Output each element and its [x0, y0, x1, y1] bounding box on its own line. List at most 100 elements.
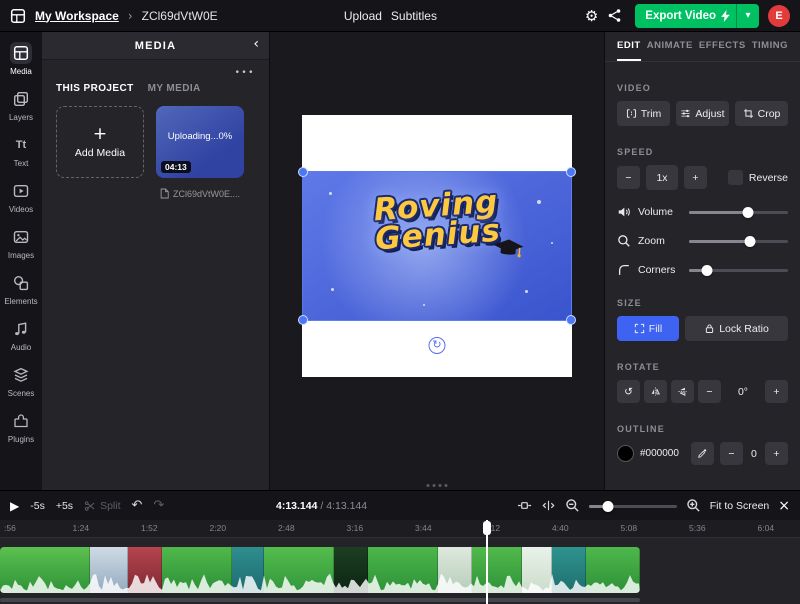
reverse-checkbox[interactable]: [728, 170, 743, 185]
filmstrip-frame[interactable]: [232, 547, 264, 593]
playhead[interactable]: [486, 520, 488, 604]
canvas-scroll-dots[interactable]: [427, 484, 448, 487]
filmstrip-frame[interactable]: [162, 547, 232, 593]
slider-thumb[interactable]: [701, 265, 712, 276]
split-button[interactable]: Split: [84, 500, 120, 512]
canvas-area[interactable]: Roving Genius ↻: [270, 32, 604, 490]
speed-increase-button[interactable]: +: [684, 166, 707, 189]
sidebar-item-label: Media: [10, 67, 32, 76]
crop-button[interactable]: Crop: [735, 101, 788, 126]
expand-clips-icon[interactable]: [541, 498, 556, 513]
breadcrumb-project-name[interactable]: ZCl69dVtW0E: [142, 9, 218, 23]
selection-handle-top-left[interactable]: [298, 167, 308, 177]
selected-video-layer[interactable]: Roving Genius: [302, 171, 572, 321]
adjust-button[interactable]: Adjust: [676, 101, 729, 126]
zoom-slider[interactable]: [689, 234, 788, 248]
rotate-90-button[interactable]: ↺: [617, 380, 640, 403]
filmstrip-frame[interactable]: [90, 547, 128, 593]
filmstrip-frame[interactable]: [522, 547, 552, 593]
media-more-button[interactable]: •••: [42, 60, 269, 78]
selection-handle-bottom-left[interactable]: [298, 315, 308, 325]
selection-handle-top-right[interactable]: [566, 167, 576, 177]
volume-slider[interactable]: [689, 205, 788, 219]
filmstrip-frame[interactable]: [264, 547, 334, 593]
rotate-handle[interactable]: ↻: [429, 337, 446, 354]
timeline-zoom-out-icon[interactable]: [565, 498, 580, 513]
slider-thumb[interactable]: [745, 236, 756, 247]
settings-gear-icon[interactable]: ⚙: [585, 7, 598, 25]
timeline-clip[interactable]: [0, 547, 640, 593]
plus-icon: +: [93, 126, 107, 143]
timeline-scrollbar[interactable]: [0, 598, 640, 602]
skip-back-5s-button[interactable]: -5s: [30, 500, 45, 512]
filmstrip-frame[interactable]: [552, 547, 586, 593]
fit-to-screen-button[interactable]: Fit to Screen: [710, 500, 770, 512]
breadcrumb-workspace-link[interactable]: My Workspace: [35, 9, 119, 23]
sidebar-item-videos[interactable]: Videos: [0, 174, 42, 220]
uploading-media-thumbnail[interactable]: Uploading...0% 04:13: [156, 106, 244, 178]
rotate-increase-button[interactable]: +: [765, 380, 788, 403]
upload-button[interactable]: Upload: [344, 9, 382, 23]
lock-ratio-button[interactable]: Lock Ratio: [685, 316, 788, 341]
elements-icon: [13, 275, 29, 291]
sidebar-item-scenes[interactable]: Scenes: [0, 358, 42, 404]
app-logo-icon[interactable]: [10, 8, 26, 24]
filmstrip-frame[interactable]: [438, 547, 472, 593]
filmstrip-frame[interactable]: [586, 547, 640, 593]
filmstrip-frame[interactable]: [368, 547, 438, 593]
outline-color-swatch[interactable]: [617, 445, 634, 462]
timeline-zoom-in-icon[interactable]: [686, 498, 701, 513]
sidebar-item-media[interactable]: Media: [0, 36, 42, 82]
fill-button[interactable]: Fill: [617, 316, 679, 341]
subtitles-button[interactable]: Subtitles: [391, 9, 437, 23]
tab-animate[interactable]: ANIMATE: [647, 32, 693, 61]
filmstrip-frame[interactable]: [128, 547, 162, 593]
outline-decrease-button[interactable]: −: [720, 442, 743, 465]
tab-timing[interactable]: TIMING: [752, 32, 788, 61]
timeline-ruler[interactable]: :561:241:522:202:483:163:444:124:405:085…: [0, 520, 800, 538]
tab-edit[interactable]: EDIT: [617, 32, 641, 61]
export-dropdown-chevron-icon[interactable]: ▾: [737, 10, 759, 21]
user-avatar[interactable]: E: [768, 5, 790, 27]
slider-thumb[interactable]: [743, 207, 754, 218]
filmstrip-frame[interactable]: [472, 547, 522, 593]
playhead-handle[interactable]: [483, 521, 491, 535]
redo-button[interactable]: ↷: [153, 498, 164, 513]
share-icon[interactable]: [607, 8, 622, 23]
rotate-decrease-button[interactable]: −: [698, 380, 721, 403]
outline-increase-button[interactable]: +: [765, 442, 788, 465]
timeline-zoom-slider[interactable]: [589, 499, 677, 513]
sidebar-item-text[interactable]: Tt Text: [0, 128, 42, 174]
sidebar-item-images[interactable]: Images: [0, 220, 42, 266]
tab-effects[interactable]: EFFECTS: [699, 32, 746, 61]
speed-row: − 1x + Reverse: [617, 165, 788, 190]
scissors-icon: [84, 500, 96, 512]
add-media-button[interactable]: + Add Media: [56, 106, 144, 178]
close-timeline-icon[interactable]: ×: [778, 498, 790, 514]
filmstrip-frame[interactable]: [334, 547, 368, 593]
flip-horizontal-button[interactable]: [644, 380, 667, 403]
trim-button[interactable]: Trim: [617, 101, 670, 126]
selection-handle-bottom-right[interactable]: [566, 315, 576, 325]
sidebar-item-audio[interactable]: Audio: [0, 312, 42, 358]
sidebar-item-plugins[interactable]: Plugins: [0, 404, 42, 450]
filmstrip-frame[interactable]: [0, 547, 90, 593]
speed-decrease-button[interactable]: −: [617, 166, 640, 189]
corners-slider[interactable]: [689, 263, 788, 277]
sidebar-item-elements[interactable]: Elements: [0, 266, 42, 312]
export-video-button[interactable]: Export Video ▾: [635, 4, 759, 28]
skip-forward-5s-button[interactable]: +5s: [56, 500, 73, 512]
fit-clip-icon[interactable]: [517, 498, 532, 513]
play-button[interactable]: ▶: [10, 499, 19, 513]
eyedropper-button[interactable]: [691, 442, 714, 465]
collapse-panel-icon[interactable]: ‹: [253, 36, 259, 52]
tab-my-media[interactable]: MY MEDIA: [148, 83, 201, 94]
sidebar-item-layers[interactable]: Layers: [0, 82, 42, 128]
speed-value-button[interactable]: 1x: [646, 165, 678, 190]
tab-this-project[interactable]: THIS PROJECT: [56, 83, 134, 94]
flip-vertical-button[interactable]: [671, 380, 694, 403]
export-bolt-icon: [721, 10, 730, 22]
slider-thumb[interactable]: [603, 501, 614, 512]
sidebar-item-label: Layers: [9, 113, 33, 122]
undo-button[interactable]: ↶: [132, 498, 143, 513]
